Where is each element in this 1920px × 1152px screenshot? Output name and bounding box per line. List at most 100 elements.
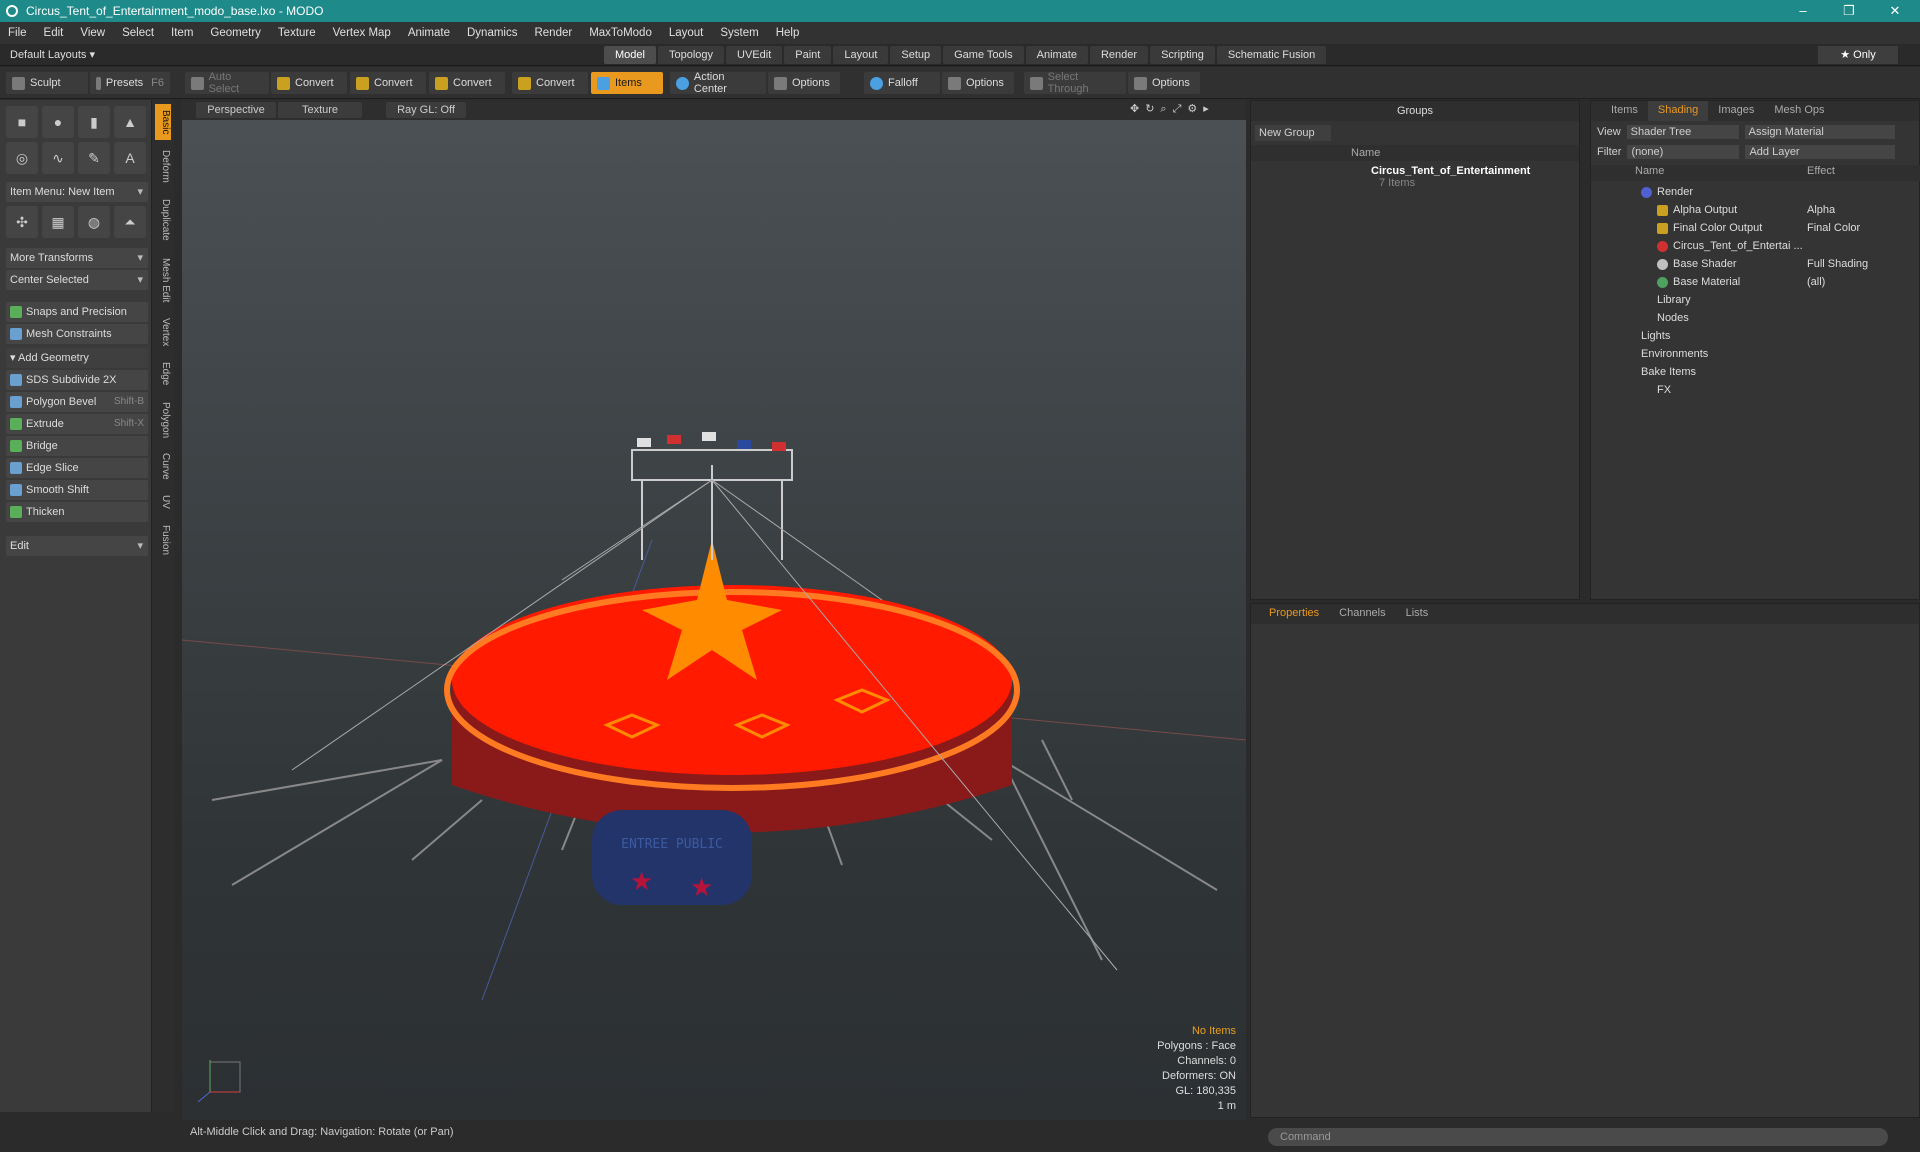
vtab-duplicate[interactable]: Duplicate: [155, 192, 171, 248]
tab-model[interactable]: Model: [604, 46, 656, 64]
tab-mesh-ops[interactable]: Mesh Ops: [1764, 101, 1834, 121]
texture-button[interactable]: Texture: [278, 102, 362, 118]
vtab-uv[interactable]: UV: [155, 488, 171, 516]
tree-row-nodes[interactable]: Nodes: [1601, 309, 1911, 327]
auto-select-button[interactable]: Auto Select: [185, 71, 269, 95]
raygl-button[interactable]: Ray GL: Off: [386, 102, 466, 118]
tube-icon[interactable]: ∿: [42, 142, 74, 174]
tab-setup[interactable]: Setup: [890, 46, 942, 64]
tab-channels[interactable]: Channels: [1329, 604, 1395, 624]
tree-row-fx[interactable]: FX: [1601, 381, 1911, 399]
vtab-fusion[interactable]: Fusion: [155, 520, 171, 560]
center-selected-dropdown[interactable]: Center Selected ▾: [6, 270, 148, 290]
vtab-deform[interactable]: Deform: [155, 144, 171, 188]
tree-row-base-material[interactable]: Base Material (all): [1601, 273, 1911, 291]
tab-items[interactable]: Items: [1601, 101, 1648, 121]
only-button[interactable]: ★ Only: [1818, 46, 1898, 64]
edge-slice-button[interactable]: Edge Slice: [6, 458, 148, 478]
tab-render[interactable]: Render: [1089, 46, 1149, 64]
default-layouts-dropdown[interactable]: Default Layouts ▾: [10, 48, 95, 61]
transform-icon[interactable]: ✣: [6, 206, 38, 238]
thicken-button[interactable]: Thicken: [6, 502, 148, 522]
presets-button[interactable]: Presets F6: [90, 72, 170, 94]
perspective-button[interactable]: Perspective: [196, 102, 276, 118]
falloff-button[interactable]: Falloff: [864, 72, 940, 94]
menu-geometry[interactable]: Geometry: [210, 27, 261, 39]
menu-file[interactable]: File: [8, 27, 27, 39]
menu-select[interactable]: Select: [122, 27, 154, 39]
torus-icon[interactable]: ◎: [6, 142, 38, 174]
menu-item[interactable]: Item: [171, 27, 193, 39]
vtab-mesh-edit[interactable]: Mesh Edit: [155, 252, 171, 308]
viewport-nav-icons[interactable]: ✥↻⌕⤢⚙▸: [1130, 102, 1215, 116]
falloff-options-button[interactable]: Options: [942, 72, 1014, 94]
add-geometry-header[interactable]: ▾ Add Geometry: [6, 348, 148, 368]
perspective-icon[interactable]: ⏶: [114, 206, 146, 238]
vtab-basic[interactable]: Basic: [155, 104, 171, 140]
restore-button[interactable]: ❐: [1826, 0, 1872, 22]
tab-images[interactable]: Images: [1708, 101, 1764, 121]
menu-system[interactable]: System: [720, 27, 758, 39]
tree-row-circus-material[interactable]: Circus_Tent_of_Entertai ...: [1601, 237, 1911, 255]
menu-edit[interactable]: Edit: [44, 27, 64, 39]
tree-row-final-color-output[interactable]: Final Color Output Final Color: [1601, 219, 1911, 237]
tree-row-alpha-output[interactable]: Alpha Output Alpha: [1601, 201, 1911, 219]
tab-paint[interactable]: Paint: [784, 46, 832, 64]
close-button[interactable]: ✕: [1872, 0, 1918, 22]
tab-uvedit[interactable]: UVEdit: [726, 46, 783, 64]
polygon-bevel-button[interactable]: Polygon Bevel Shift-B: [6, 392, 148, 412]
tree-row-library[interactable]: Library: [1601, 291, 1911, 309]
command-input[interactable]: Command: [1268, 1128, 1888, 1146]
menu-view[interactable]: View: [80, 27, 105, 39]
tab-game-tools[interactable]: Game Tools: [943, 46, 1024, 64]
select-options-button[interactable]: Options: [1128, 72, 1200, 94]
bridge-button[interactable]: Bridge: [6, 436, 148, 456]
tab-scripting[interactable]: Scripting: [1150, 46, 1215, 64]
menu-dynamics[interactable]: Dynamics: [467, 27, 517, 39]
grid-icon[interactable]: ▦: [42, 206, 74, 238]
tree-row-lights[interactable]: Lights: [1601, 327, 1911, 345]
cone-icon[interactable]: ▲: [114, 106, 146, 138]
edit-dropdown[interactable]: Edit ▾: [6, 536, 148, 556]
tab-topology[interactable]: Topology: [657, 46, 725, 64]
menu-help[interactable]: Help: [776, 27, 800, 39]
cube-icon[interactable]: ■: [6, 106, 38, 138]
items-mode-button[interactable]: Items: [591, 72, 663, 94]
tree-row-render[interactable]: Render: [1601, 183, 1911, 201]
convert-edges-button[interactable]: Convert: [350, 72, 426, 94]
tree-row-environments[interactable]: Environments: [1601, 345, 1911, 363]
sphere-icon[interactable]: ●: [42, 106, 74, 138]
more-transforms-dropdown[interactable]: More Transforms ▾: [6, 248, 148, 268]
menu-maxtomodo[interactable]: MaxToModo: [589, 27, 652, 39]
convert-polygons-button[interactable]: Convert: [429, 72, 505, 94]
mesh-constraints-button[interactable]: Mesh Constraints: [6, 324, 148, 344]
new-group-button[interactable]: New Group: [1255, 125, 1331, 141]
tree-row-bake-items[interactable]: Bake Items: [1601, 363, 1911, 381]
globe-icon[interactable]: ◍: [78, 206, 110, 238]
convert-materials-button[interactable]: Convert: [512, 72, 588, 94]
add-layer-dropdown[interactable]: Add Layer: [1745, 145, 1896, 159]
tab-schematic-fusion[interactable]: Schematic Fusion: [1216, 46, 1327, 64]
convert-vertices-button[interactable]: Convert: [271, 72, 347, 94]
tab-shading[interactable]: Shading: [1647, 101, 1709, 121]
filter-dropdown[interactable]: (none): [1627, 145, 1740, 159]
minimize-button[interactable]: –: [1780, 0, 1826, 22]
group-item[interactable]: Circus_Tent_of_Entertainment 7 Items: [1251, 161, 1579, 189]
vtab-curve[interactable]: Curve: [155, 448, 171, 484]
vtab-edge[interactable]: Edge: [155, 356, 171, 392]
smooth-shift-button[interactable]: Smooth Shift: [6, 480, 148, 500]
pen-icon[interactable]: ✎: [78, 142, 110, 174]
3d-viewport[interactable]: Perspective Texture Ray GL: Off ✥↻⌕⤢⚙▸ E…: [182, 100, 1246, 1120]
menu-animate[interactable]: Animate: [408, 27, 450, 39]
action-center-button[interactable]: Action Center: [670, 71, 766, 95]
tab-animate[interactable]: Animate: [1025, 46, 1088, 64]
vtab-polygon[interactable]: Polygon: [155, 396, 171, 444]
tab-properties[interactable]: Properties: [1259, 604, 1329, 624]
tree-row-base-shader[interactable]: Base Shader Full Shading: [1601, 255, 1911, 273]
menu-texture[interactable]: Texture: [278, 27, 316, 39]
item-menu-dropdown[interactable]: Item Menu: New Item ▾: [6, 182, 148, 202]
assign-material-button[interactable]: Assign Material: [1744, 125, 1895, 139]
view-dropdown[interactable]: Shader Tree: [1626, 125, 1739, 139]
tab-lists[interactable]: Lists: [1396, 604, 1439, 624]
sculpt-button[interactable]: Sculpt: [6, 72, 88, 94]
